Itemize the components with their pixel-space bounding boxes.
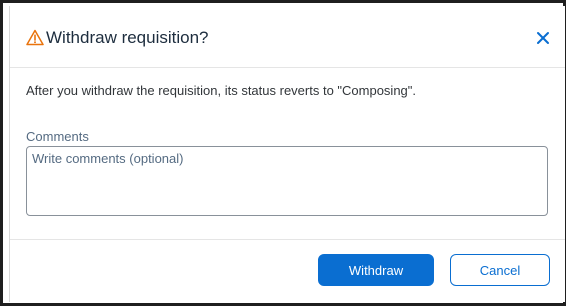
dialog-message: After you withdraw the requisition, its … xyxy=(26,83,417,98)
header-divider xyxy=(10,67,565,68)
close-icon[interactable] xyxy=(532,27,554,49)
comments-label: Comments xyxy=(26,129,89,144)
dialog-title: Withdraw requisition? xyxy=(46,28,209,47)
footer-divider xyxy=(10,239,565,240)
withdraw-requisition-dialog: Withdraw requisition? After you withdraw… xyxy=(9,6,565,302)
cancel-button[interactable]: Cancel xyxy=(450,254,550,286)
warning-icon xyxy=(26,29,44,46)
close-button[interactable] xyxy=(532,27,554,49)
comments-textarea[interactable] xyxy=(26,146,548,216)
frame-edge-left xyxy=(0,0,3,306)
withdraw-button[interactable]: Withdraw xyxy=(318,254,434,286)
dialog-header: Withdraw requisition? xyxy=(10,6,565,67)
window-frame: Withdraw requisition? After you withdraw… xyxy=(0,0,566,306)
frame-edge-top xyxy=(0,0,566,3)
